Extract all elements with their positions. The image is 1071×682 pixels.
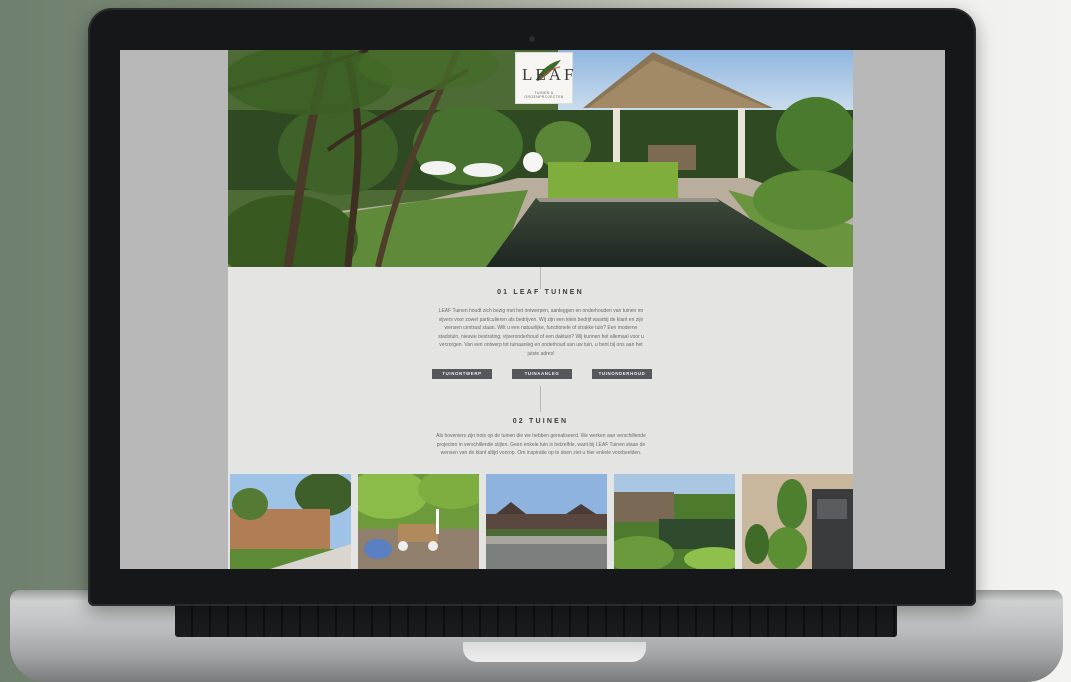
logo-text: LEAF: [522, 65, 577, 84]
laptop-trackpad: [463, 642, 646, 662]
laptop-screen: LEAF TUINEN & GROENPROJECTEN 01 LEAF TUI…: [120, 50, 945, 569]
gallery-image-4[interactable]: [614, 474, 735, 569]
gallery-image-3[interactable]: [486, 474, 607, 569]
section-tuinen-text: Als hoveniers zijn trots op de tuinen di…: [436, 433, 646, 457]
logo-subtitle: TUINEN & GROENPROJECTEN: [524, 91, 564, 99]
gallery-image-5[interactable]: [742, 474, 853, 569]
section-title-tuinen: 02 TUINEN: [512, 418, 569, 425]
section-title-leaf-tuinen: 01 LEAF TUINEN: [497, 289, 584, 296]
section-intro-text: LEAF Tuinen houdt zich bezig met het ont…: [438, 308, 644, 357]
webcam: [529, 36, 535, 42]
section-divider: [540, 267, 541, 289]
tuinaanleg-button[interactable]: TUINAANLEG: [512, 369, 572, 379]
website-page[interactable]: LEAF TUINEN & GROENPROJECTEN 01 LEAF TUI…: [228, 50, 853, 569]
hero-image: LEAF TUINEN & GROENPROJECTEN: [228, 50, 853, 267]
tuinonderhoud-button[interactable]: TUINONDERHOUD: [592, 369, 652, 379]
site-logo[interactable]: LEAF TUINEN & GROENPROJECTEN: [515, 52, 574, 104]
tuinontwerp-button[interactable]: TUINONTWERP: [432, 369, 492, 379]
gallery-image-1[interactable]: [230, 474, 351, 569]
gallery-image-2[interactable]: [358, 474, 479, 569]
section-divider: [540, 386, 541, 412]
